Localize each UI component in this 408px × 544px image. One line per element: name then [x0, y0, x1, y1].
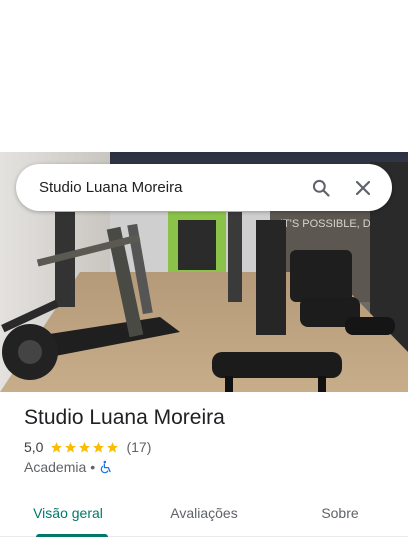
- tab-bar: Visão geral Avaliações Sobre: [0, 494, 408, 537]
- tab-reviews-label: Avaliações: [170, 505, 238, 521]
- close-icon: [355, 180, 371, 195]
- tab-about-label: Sobre: [321, 505, 359, 521]
- place-category: Academia: [24, 459, 87, 475]
- close-button[interactable]: [345, 170, 381, 206]
- search-input[interactable]: Studio Luana Moreira: [16, 179, 303, 196]
- tab-about[interactable]: Sobre: [272, 494, 408, 536]
- tab-overview[interactable]: Visão geral: [0, 494, 136, 537]
- star-icon: [79, 441, 91, 453]
- star-rating: [50, 441, 120, 454]
- tab-reviews[interactable]: Avaliações: [136, 494, 272, 536]
- rating-value: 5,0: [24, 439, 44, 455]
- star-icon: [51, 441, 63, 453]
- rating-row[interactable]: 5,0 (17): [24, 439, 394, 455]
- star-icon: [107, 441, 119, 453]
- place-info: Studio Luana Moreira 5,0 (17) Academia •: [24, 404, 394, 475]
- review-count[interactable]: (17): [126, 439, 151, 455]
- category-row: Academia •: [24, 459, 394, 475]
- tab-overview-label: Visão geral: [33, 505, 103, 521]
- star-icon: [93, 441, 105, 453]
- search-button[interactable]: [303, 170, 339, 206]
- place-title: Studio Luana Moreira: [24, 406, 225, 429]
- wheelchair-icon: [100, 460, 111, 474]
- active-tab-indicator: [36, 534, 108, 537]
- star-icon: [65, 441, 77, 453]
- search-icon: [312, 179, 330, 197]
- search-bar[interactable]: Studio Luana Moreira: [16, 164, 392, 211]
- separator-dot: •: [90, 459, 96, 475]
